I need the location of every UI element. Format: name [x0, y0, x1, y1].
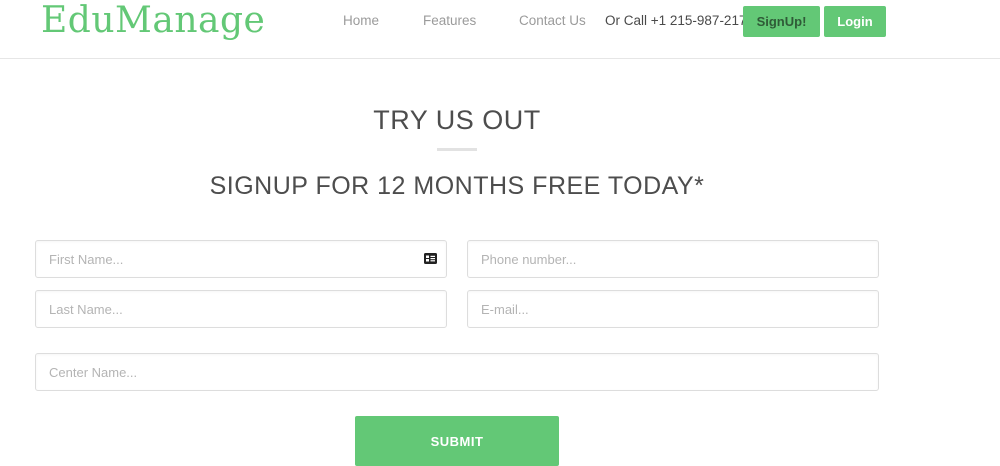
- phone-input[interactable]: [468, 241, 878, 277]
- section-title: TRY US OUT: [373, 105, 541, 135]
- signup-button[interactable]: SignUp!: [743, 6, 820, 37]
- last-name-input[interactable]: [36, 291, 446, 327]
- call-phone-text: Or Call +1 215-987-2171: [605, 13, 754, 28]
- center-name-field: [35, 353, 879, 391]
- nav-home-link[interactable]: Home: [343, 12, 379, 30]
- email-input[interactable]: [468, 291, 878, 327]
- contact-card-icon[interactable]: [424, 253, 437, 264]
- top-navbar: EduManage Home Features Contact Us Or Ca…: [0, 0, 1000, 59]
- phone-field: [467, 240, 879, 278]
- login-button[interactable]: Login: [824, 6, 886, 37]
- submit-button[interactable]: SUBMIT: [355, 416, 559, 466]
- signup-page: EduManage Home Features Contact Us Or Ca…: [0, 0, 1000, 466]
- first-name-field: [35, 240, 447, 278]
- first-name-input[interactable]: [36, 241, 446, 277]
- section-subtitle: SIGNUP FOR 12 MONTHS FREE TODAY*: [209, 172, 705, 200]
- brand-logo[interactable]: EduManage: [41, 0, 265, 42]
- email-field: [467, 290, 879, 328]
- center-name-input[interactable]: [36, 354, 878, 390]
- nav-contact-link[interactable]: Contact Us: [519, 12, 586, 30]
- nav-features-link[interactable]: Features: [423, 12, 476, 30]
- title-divider: [437, 148, 477, 151]
- last-name-field: [35, 290, 447, 328]
